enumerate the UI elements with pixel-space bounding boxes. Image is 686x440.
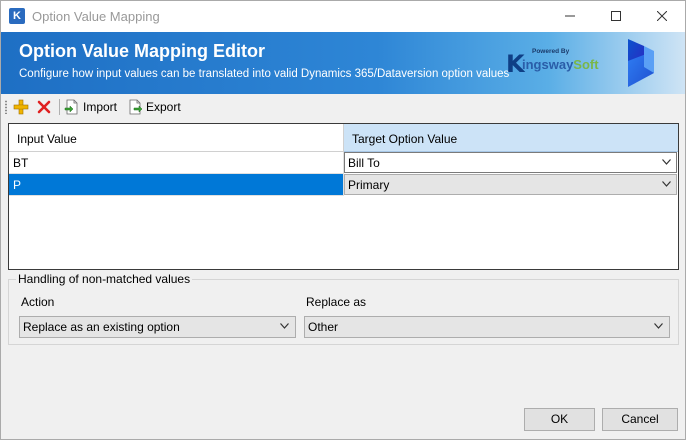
maximize-button[interactable] — [593, 1, 639, 32]
toolbar-separator — [59, 99, 60, 115]
action-select[interactable]: Replace as an existing option — [19, 316, 296, 338]
add-row-button[interactable] — [13, 97, 31, 117]
column-header-target-option-value[interactable]: Target Option Value — [344, 124, 678, 152]
replace-as-label: Replace as — [306, 295, 367, 309]
kingswaysoft-wordmark: ingswaySoft — [522, 57, 599, 72]
table-row[interactable]: BT Bill To — [9, 152, 678, 174]
close-icon — [656, 10, 668, 22]
toolbar-grip[interactable] — [5, 100, 7, 114]
wordmark-part1: ingsway — [522, 57, 574, 72]
target-option-value: Bill To — [348, 156, 380, 170]
option-value-mapping-dialog: K Option Value Mapping Option Value Mapp… — [0, 0, 686, 440]
cancel-button[interactable]: Cancel — [602, 408, 678, 431]
import-label: Import — [83, 100, 118, 114]
target-option-value: Primary — [348, 178, 390, 192]
grid-header: Input Value Target Option Value — [9, 124, 678, 152]
minimize-button[interactable] — [547, 1, 593, 32]
delete-row-button[interactable] — [36, 97, 54, 117]
editor-banner: Option Value Mapping Editor Configure ho… — [1, 32, 685, 94]
action-label: Action — [21, 295, 55, 309]
input-value-cell[interactable]: P — [9, 174, 344, 196]
replace-as-select[interactable]: Other — [304, 316, 670, 338]
title-bar: K Option Value Mapping — [1, 1, 685, 32]
export-label: Export — [146, 100, 181, 114]
target-option-dropdown[interactable]: Primary — [344, 174, 677, 195]
mapping-grid[interactable]: Input Value Target Option Value BT Bill … — [8, 123, 679, 270]
chevron-down-icon — [654, 323, 663, 329]
group-legend: Handling of non-matched values — [16, 272, 193, 286]
kingswaysoft-logo: Powered By K ingswaySoft — [506, 46, 599, 80]
target-option-cell[interactable]: Bill To — [344, 152, 678, 174]
ok-button[interactable]: OK — [524, 408, 595, 431]
close-button[interactable] — [639, 1, 685, 32]
banner-subtitle: Configure how input values can be transl… — [19, 68, 510, 80]
replace-as-selected-value: Other — [308, 320, 339, 334]
export-button[interactable]: Export — [127, 97, 181, 117]
delete-icon — [37, 100, 51, 114]
column-header-input-value[interactable]: Input Value — [9, 124, 344, 152]
target-option-dropdown[interactable]: Bill To — [344, 152, 677, 173]
input-value-cell[interactable]: BT — [9, 152, 344, 174]
import-icon — [64, 99, 78, 115]
chevron-down-icon — [662, 181, 671, 187]
non-matched-values-group: Handling of non-matched values Action Re… — [8, 272, 679, 345]
chevron-down-icon — [662, 159, 671, 165]
export-icon — [129, 99, 143, 115]
maximize-icon — [611, 11, 621, 21]
add-icon — [13, 99, 29, 115]
kingswaysoft-app-icon: K — [9, 8, 25, 24]
import-button[interactable]: Import — [64, 97, 117, 117]
powered-by-text: Powered By — [532, 48, 570, 55]
window-title: Option Value Mapping — [32, 9, 160, 24]
chevron-down-icon — [280, 323, 289, 329]
dynamics-365-logo-icon — [628, 39, 654, 87]
action-selected-value: Replace as an existing option — [23, 320, 180, 334]
banner-title: Option Value Mapping Editor — [19, 41, 265, 61]
wordmark-part2: Soft — [573, 57, 599, 72]
target-option-cell[interactable]: Primary — [344, 174, 678, 196]
toolbar: Import Export — [1, 94, 685, 120]
table-row[interactable]: P Primary — [9, 174, 678, 196]
minimize-icon — [565, 15, 575, 17]
